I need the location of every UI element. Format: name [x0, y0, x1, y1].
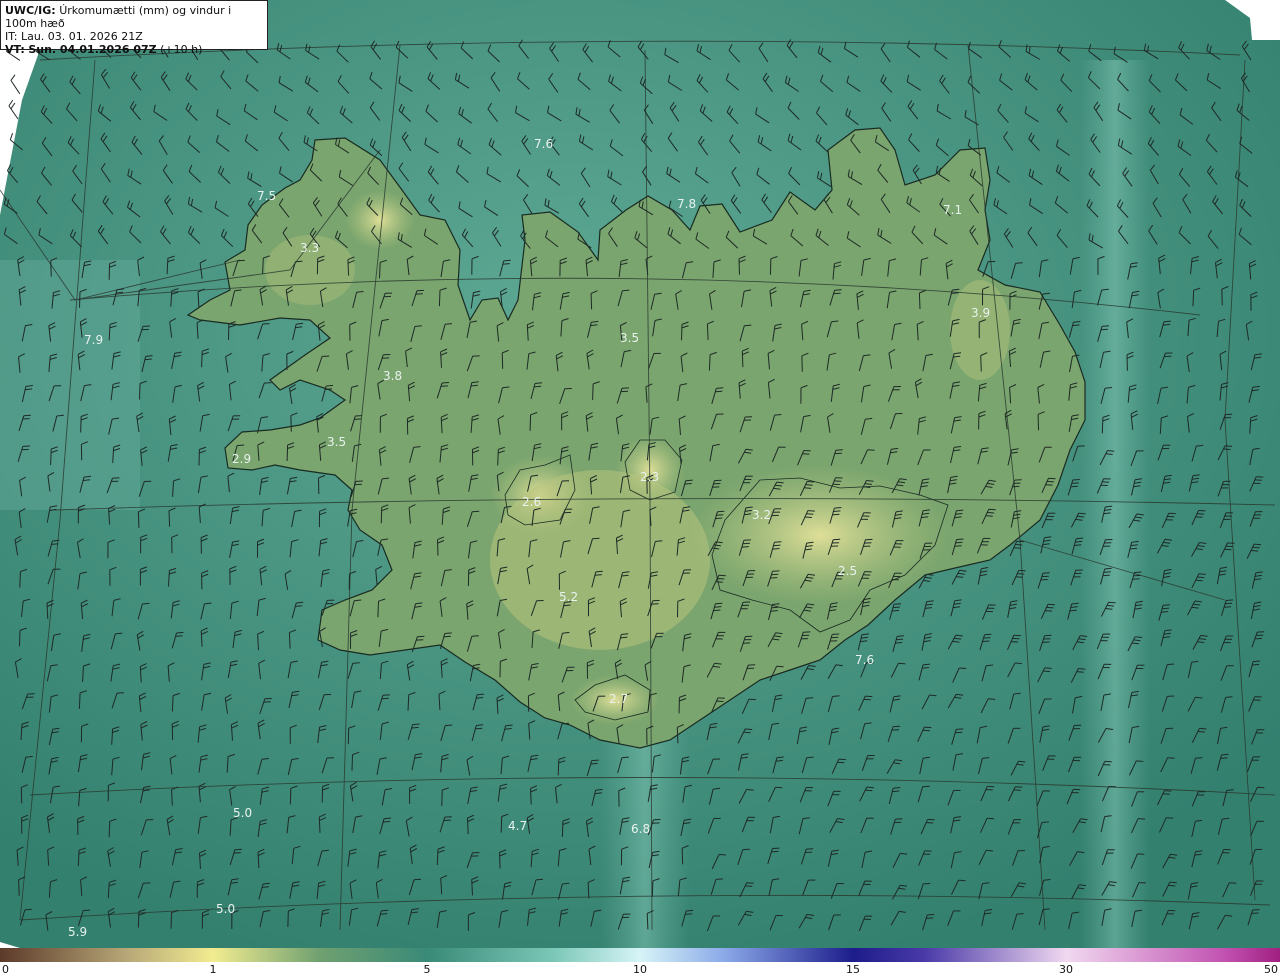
- value-label: 6.8: [631, 822, 650, 836]
- value-label: 3.2: [752, 508, 771, 522]
- init-time: IT: Lau. 03. 01. 2026 21Z: [5, 30, 143, 43]
- value-label: 7.9: [84, 333, 103, 347]
- valid-time: Sun. 04.01.2026 07Z: [28, 43, 157, 56]
- value-label: 2.5: [838, 564, 857, 578]
- colorbar-tick-label: 5: [423, 963, 431, 976]
- value-label: 7.8: [677, 197, 696, 211]
- value-label: 2.3: [640, 470, 659, 484]
- valid-time-line: VT: Sun. 04.01.2026 07Z (+10 h): [5, 43, 263, 56]
- value-label: 5.9: [68, 925, 87, 939]
- east-highland: [950, 280, 1010, 380]
- value-label: 3.8: [383, 369, 402, 383]
- value-label: 4.7: [508, 819, 527, 833]
- value-label: 2.6: [522, 495, 541, 509]
- precip-colorbar: [0, 948, 1280, 962]
- vt-prefix: VT:: [5, 43, 25, 56]
- colorbar-tick-label: 50: [1264, 963, 1278, 976]
- title-line: UWC/IG: Úrkomumætti (mm) og vindur i 100…: [5, 4, 263, 30]
- colorbar-tick-label: 30: [1059, 963, 1073, 976]
- product-code: UWC/IG:: [5, 4, 56, 17]
- value-label: 3.9: [971, 306, 990, 320]
- map-view: 7.6 7.5 3.3 7.9 3.8 3.5 2.9 7.8 3.5 7.1 …: [0, 0, 1280, 978]
- value-label: 7.6: [534, 137, 553, 151]
- value-label: 5.0: [233, 806, 252, 820]
- value-label: 7.6: [855, 653, 874, 667]
- vatnajokull: [690, 465, 950, 605]
- colorbar-tick-label: 1: [209, 963, 217, 976]
- colorbar-tick-label: 15: [846, 963, 860, 976]
- value-label: 3.5: [620, 331, 639, 345]
- value-label: 5.2: [559, 590, 578, 604]
- colorbar-tick-label: 0: [2, 963, 9, 976]
- value-label: 3.3: [300, 241, 319, 255]
- value-label: 7.1: [943, 203, 962, 217]
- value-label: 2.7: [609, 692, 628, 706]
- value-label: 3.5: [327, 435, 346, 449]
- value-label: 5.0: [216, 902, 235, 916]
- precipitation-wind-map: 7.6 7.5 3.3 7.9 3.8 3.5 2.9 7.8 3.5 7.1 …: [0, 0, 1280, 948]
- colorbar-labels: 0 1 5 10 15 30 50: [0, 962, 1280, 978]
- sea-streak: [1080, 60, 1150, 948]
- lead-time: (+10 h): [160, 43, 203, 56]
- value-label: 7.5: [257, 189, 276, 203]
- product-info-box: UWC/IG: Úrkomumætti (mm) og vindur i 100…: [0, 0, 268, 56]
- value-label: 2.9: [232, 452, 251, 466]
- colorbar-tick-label: 10: [633, 963, 647, 976]
